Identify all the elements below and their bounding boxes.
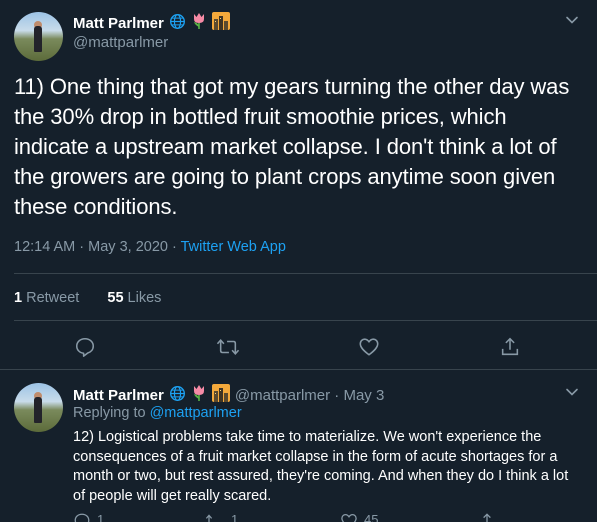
share-icon: [483, 513, 491, 522]
likes-label: Likes: [123, 290, 162, 306]
replying-mention-link[interactable]: @mattparlmer: [150, 405, 242, 421]
share-button[interactable]: [497, 334, 523, 360]
retweet-count: 1: [231, 512, 239, 522]
retweet-icon: [216, 338, 240, 356]
city-dusk-icon: [211, 384, 230, 406]
reply-icon: [75, 337, 95, 357]
avatar[interactable]: [14, 12, 63, 61]
retweet-button[interactable]: [215, 334, 241, 360]
heart-icon: [341, 513, 357, 522]
chevron-down-icon[interactable]: [564, 12, 580, 33]
author-name-row: Matt Parlmer: [73, 12, 230, 34]
tweet-source-link[interactable]: Twitter Web App: [181, 239, 286, 255]
like-count: 45: [364, 512, 379, 522]
reply-button[interactable]: 1: [73, 512, 104, 522]
tweet-timestamp[interactable]: 12:14 AM · May 3, 2020 ·: [14, 239, 181, 255]
tweet-actions: [0, 334, 597, 362]
divider: [14, 273, 597, 274]
replying-to: Replying to @mattparlmer: [73, 405, 242, 421]
likes-stat[interactable]: 55 Likes: [107, 290, 161, 306]
replying-prefix: Replying to: [73, 405, 150, 421]
reply-author-name[interactable]: Matt Parlmer: [73, 387, 164, 404]
tweet-separator: [0, 369, 597, 370]
like-button[interactable]: [356, 334, 382, 360]
author-handle[interactable]: @mattparlmer: [73, 34, 168, 51]
retweets-count: 1: [14, 290, 23, 306]
heart-icon: [359, 338, 379, 356]
tulip-icon: [191, 12, 207, 34]
retweets-stat[interactable]: 1 Retweet: [14, 290, 79, 306]
retweet-button[interactable]: 1: [205, 512, 238, 522]
reply-count: 1: [97, 512, 105, 522]
chevron-down-icon[interactable]: [564, 384, 580, 405]
reply-author-row: Matt Parlmer @mattparlmer · May 3: [73, 384, 384, 406]
retweet-icon: [205, 514, 213, 522]
retweets-label: Retweet: [22, 290, 80, 306]
share-button[interactable]: [478, 512, 496, 522]
globe-icon: [169, 13, 186, 34]
avatar-figure-body: [34, 26, 42, 52]
globe-icon: [169, 385, 186, 406]
author-name[interactable]: Matt Parlmer: [73, 15, 164, 32]
reply-button[interactable]: [72, 334, 98, 360]
share-icon: [501, 337, 519, 356]
reply-text: 12) Logistical problems take time to mat…: [73, 429, 569, 504]
city-dusk-icon: [211, 12, 230, 34]
avatar-figure-body: [34, 397, 42, 423]
reply-actions: 1 1 45: [0, 512, 597, 522]
reply-icon: [74, 513, 90, 522]
avatar[interactable]: [14, 383, 63, 432]
tweet-text: 11) One thing that got my gears turning …: [14, 74, 570, 219]
divider: [14, 320, 597, 321]
like-button[interactable]: 45: [340, 512, 378, 522]
reply-handle-date[interactable]: @mattparlmer · May 3: [235, 387, 384, 404]
likes-count: 55: [107, 290, 124, 306]
tulip-icon: [191, 384, 207, 406]
tweet-stats: 1 Retweet 55 Likes: [14, 290, 161, 306]
tweet-meta: 12:14 AM · May 3, 2020 · Twitter Web App: [14, 239, 286, 255]
